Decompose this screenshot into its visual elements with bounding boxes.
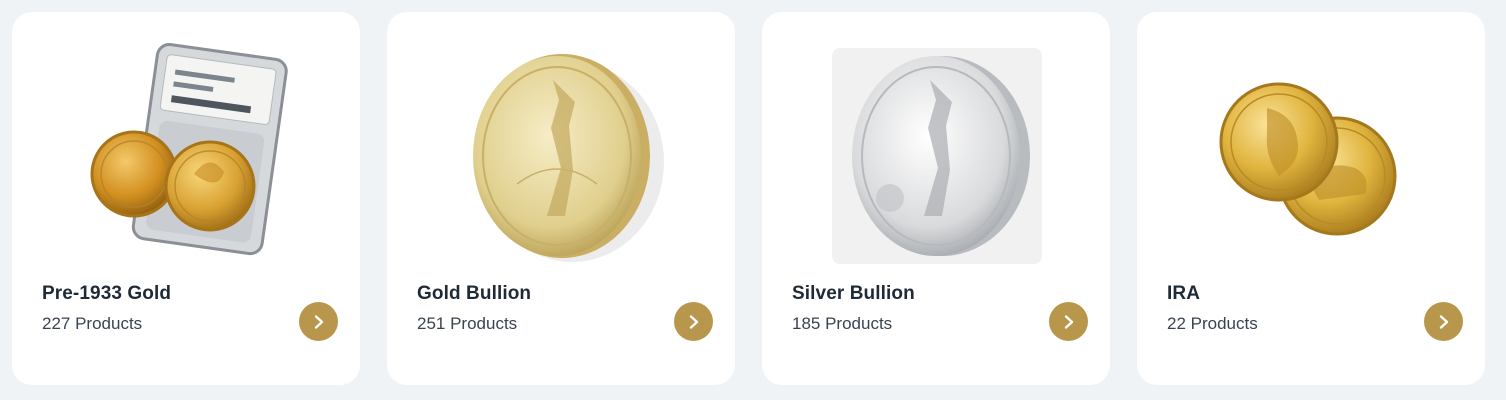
chevron-right-icon[interactable] (1049, 302, 1088, 341)
silver-eagle-coin-image[interactable] (832, 34, 1042, 264)
gold-eagle-coin-image[interactable] (457, 34, 667, 264)
card-title: Pre-1933 Gold (42, 283, 172, 304)
category-card-gold-bullion[interactable]: Gold Bullion 251 Products (387, 12, 735, 385)
card-title: Silver Bullion (792, 283, 915, 304)
product-count: 251 Products (417, 314, 518, 333)
category-card-silver-bullion[interactable]: Silver Bullion 185 Products (762, 12, 1110, 385)
card-title: IRA (1167, 283, 1201, 304)
chevron-right-icon[interactable] (674, 302, 713, 341)
gold-buffalo-coins-image[interactable] (1207, 34, 1417, 264)
product-count: 227 Products (42, 314, 143, 333)
graded-gold-coin-image[interactable] (82, 34, 292, 264)
category-grid: Pre-1933 Gold 227 Products Gold Bullion … (0, 0, 1506, 400)
product-count: 22 Products (1167, 314, 1258, 333)
category-card-ira[interactable]: IRA 22 Products (1137, 12, 1485, 385)
product-count: 185 Products (792, 314, 893, 333)
chevron-right-icon[interactable] (1424, 302, 1463, 341)
category-card-pre-1933-gold[interactable]: Pre-1933 Gold 227 Products (12, 12, 360, 385)
chevron-right-icon[interactable] (299, 302, 338, 341)
card-title: Gold Bullion (417, 283, 532, 304)
